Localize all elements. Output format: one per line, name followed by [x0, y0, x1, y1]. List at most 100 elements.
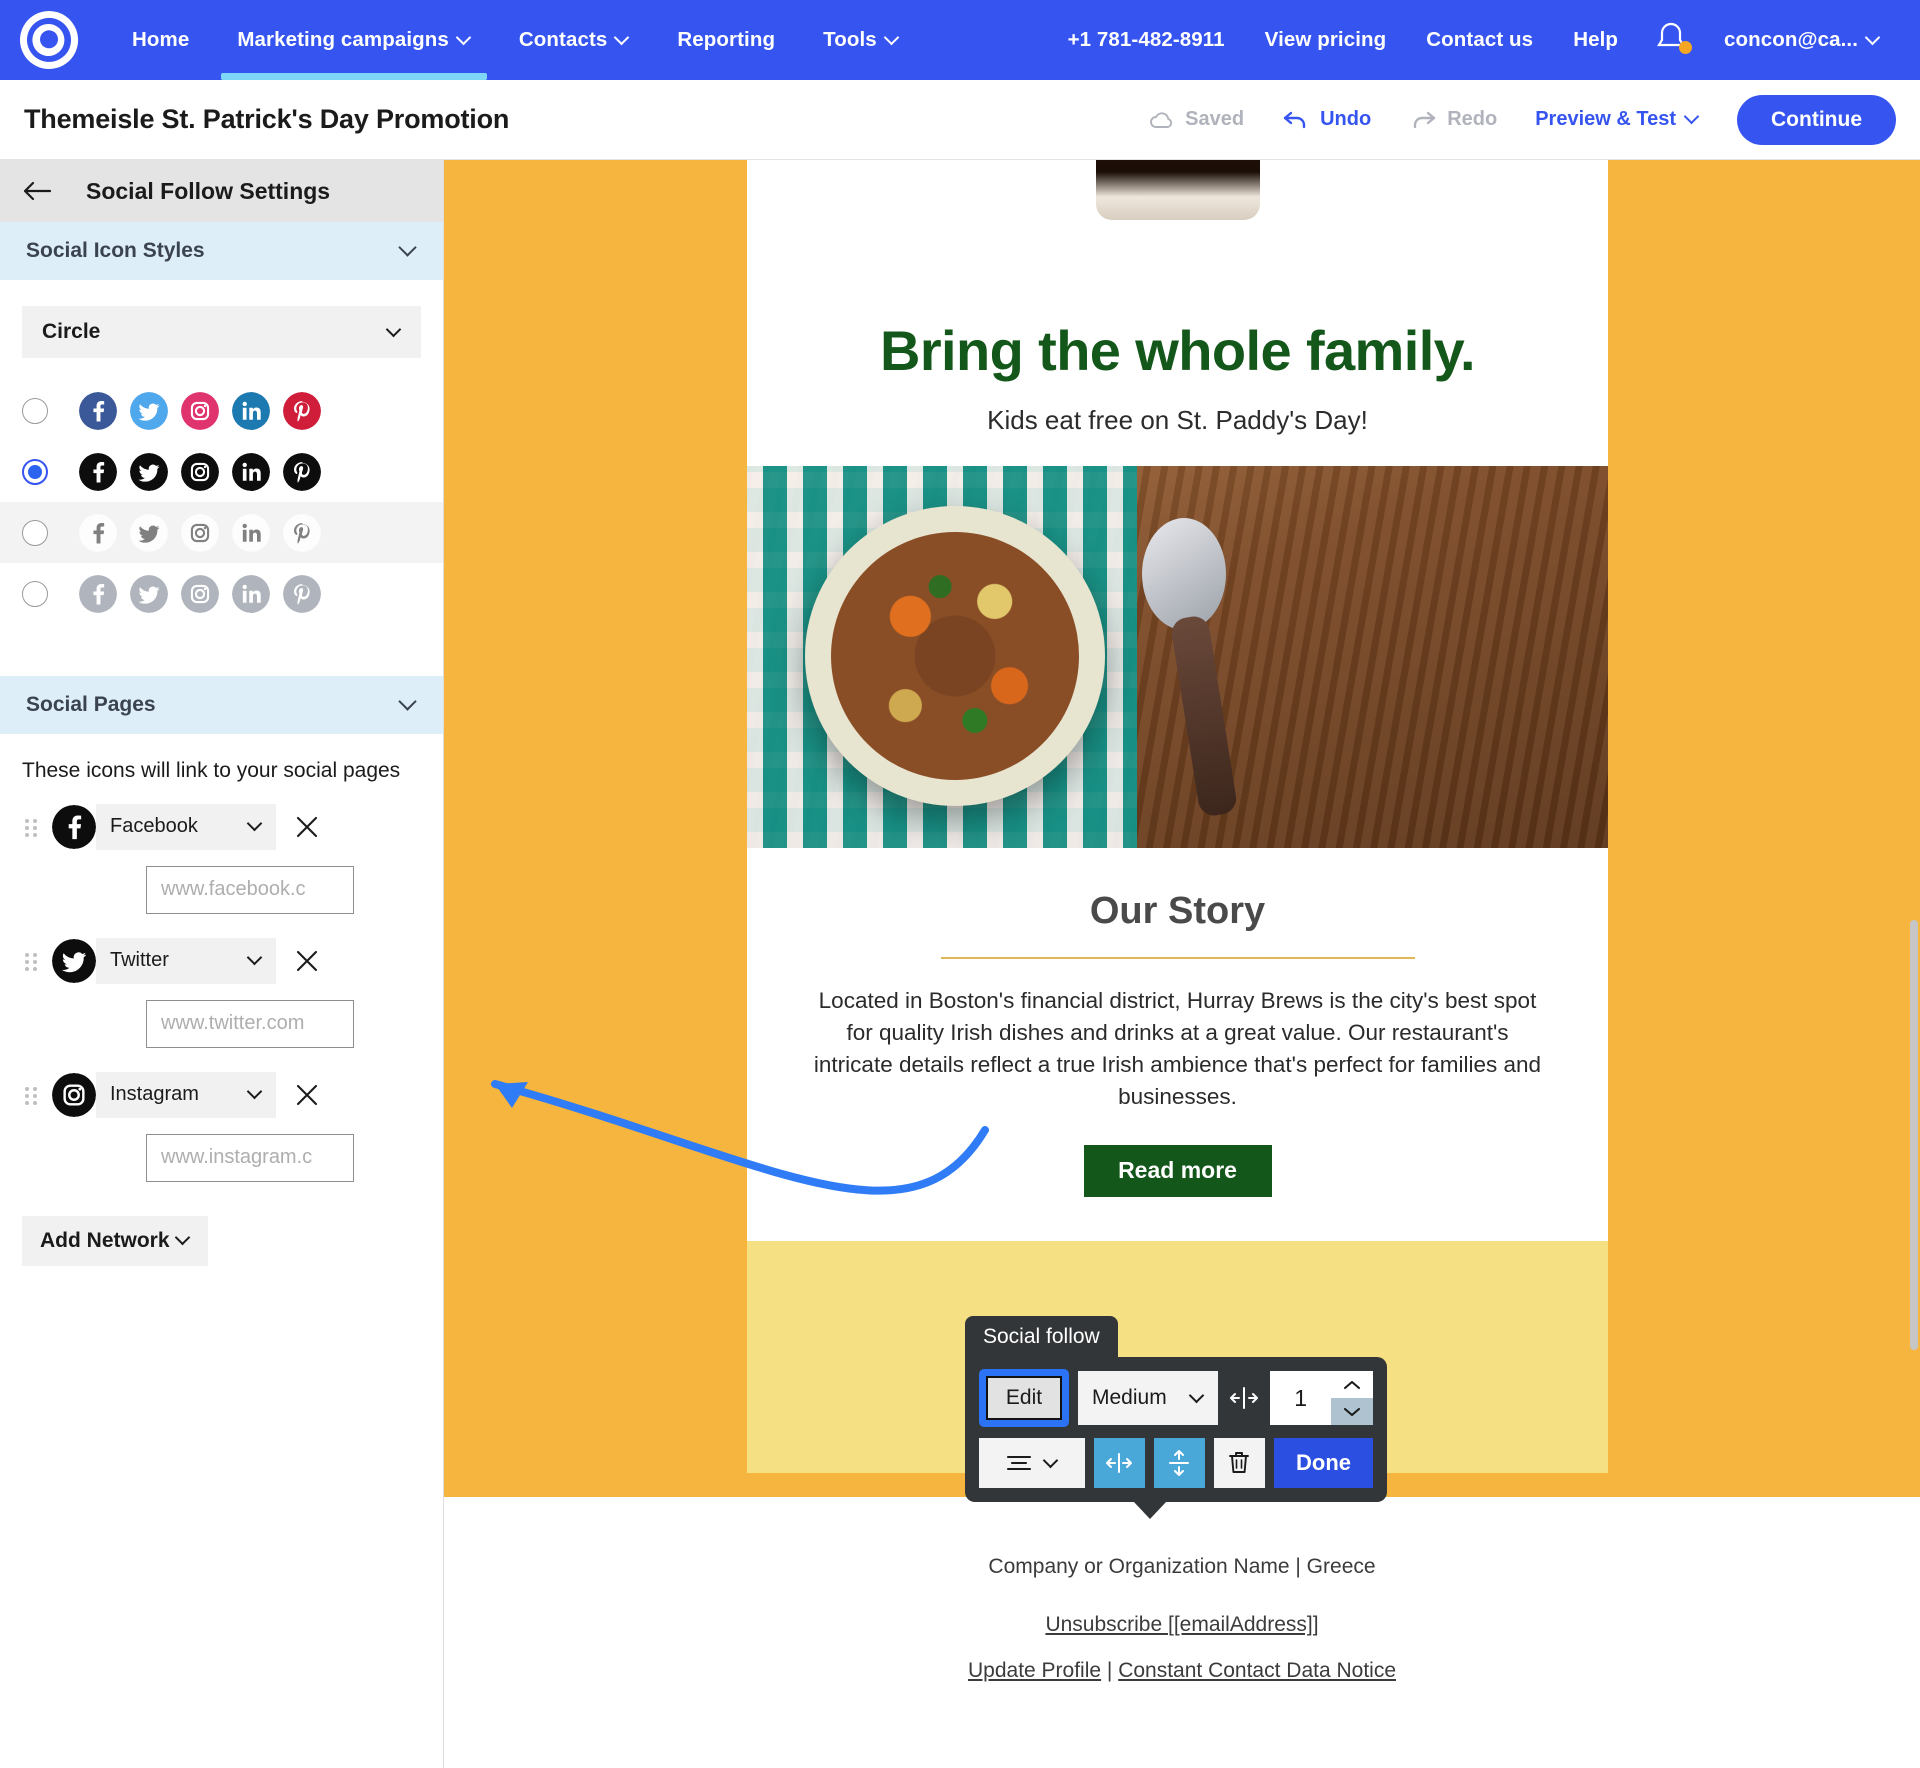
- chevron-down-icon: [1867, 32, 1880, 45]
- icon-style-option-gray[interactable]: [0, 563, 443, 624]
- preview-and-test-button[interactable]: Preview & Test: [1519, 100, 1715, 139]
- nav-item-view-pricing-label: View pricing: [1264, 28, 1387, 51]
- align-icon: [1007, 1455, 1032, 1471]
- nav-item-contacts-label: Contacts: [518, 28, 608, 51]
- chevron-down-icon: [1686, 111, 1699, 124]
- edit-button[interactable]: Edit: [986, 1376, 1062, 1420]
- radio-icon[interactable]: [22, 519, 48, 546]
- campaign-title: Themeisle St. Patrick's Day Promotion: [24, 104, 510, 134]
- delete-block-button[interactable]: [1213, 1438, 1265, 1488]
- close-icon[interactable]: [294, 948, 320, 974]
- close-icon[interactable]: [294, 814, 320, 840]
- stew-contents: [831, 532, 1079, 780]
- notifications-button[interactable]: [1638, 21, 1704, 60]
- story-body-text[interactable]: Located in Boston's financial district, …: [747, 959, 1608, 1113]
- email-address-token[interactable]: [[emailAddress]]: [1168, 1613, 1319, 1636]
- drag-handle-icon[interactable]: [22, 1083, 40, 1107]
- icon-size-select[interactable]: Medium: [1078, 1371, 1219, 1425]
- network-select-facebook[interactable]: Facebook: [96, 803, 276, 850]
- chevron-down-icon: [616, 32, 629, 45]
- nav-item-contact-us[interactable]: Contact us: [1406, 0, 1553, 80]
- continue-label: Continue: [1771, 107, 1862, 131]
- icon-spacing-value: 1: [1294, 1384, 1308, 1411]
- constant-contact-logo[interactable]: [16, 7, 82, 73]
- nav-item-view-pricing[interactable]: View pricing: [1245, 0, 1407, 80]
- drag-handle-icon[interactable]: [22, 815, 40, 839]
- alignment-select[interactable]: [979, 1438, 1085, 1488]
- nav-item-help[interactable]: Help: [1553, 0, 1638, 80]
- nav-item-contacts[interactable]: Contacts: [495, 0, 654, 80]
- story-section-title[interactable]: Our Story: [747, 848, 1608, 933]
- data-notice-link[interactable]: Constant Contact Data Notice: [1118, 1659, 1396, 1682]
- chevron-down-icon: [249, 818, 262, 831]
- primary-nav-list: Home Marketing campaigns Contacts Report…: [108, 0, 923, 80]
- nav-item-marketing-campaigns[interactable]: Marketing campaigns: [213, 0, 495, 80]
- horizontal-spacing-icon: [1230, 1387, 1259, 1409]
- email-subheadline[interactable]: Kids eat free on St. Paddy's Day!: [747, 383, 1608, 466]
- scrollbar-thumb[interactable]: [1910, 920, 1918, 1350]
- radio-icon[interactable]: [22, 458, 48, 485]
- chevron-down-icon: [249, 952, 262, 965]
- account-menu[interactable]: concon@ca...: [1704, 0, 1900, 80]
- vertical-space-button[interactable]: [1153, 1438, 1205, 1488]
- email-footer: Company or Organization Name | Greece Un…: [444, 1497, 1920, 1768]
- icon-style-option-black[interactable]: [0, 441, 443, 502]
- done-button[interactable]: Done: [1274, 1438, 1373, 1488]
- linkedin-icon: [232, 574, 270, 613]
- canvas-scrollbar[interactable]: [1908, 160, 1920, 1768]
- stout-beer-glass-image[interactable]: [747, 160, 1608, 256]
- section-social-icon-styles[interactable]: Social Icon Styles: [0, 222, 443, 280]
- section-social-pages[interactable]: Social Pages: [0, 676, 443, 734]
- horizontal-space-button[interactable]: [1093, 1438, 1145, 1488]
- continue-button[interactable]: Continue: [1737, 94, 1896, 145]
- radio-icon[interactable]: [22, 397, 48, 424]
- unsubscribe-link[interactable]: Unsubscribe: [1045, 1613, 1168, 1636]
- network-select-instagram[interactable]: Instagram: [96, 1071, 276, 1118]
- chevron-down-icon: [177, 1232, 190, 1245]
- stepper-increment-button[interactable]: [1331, 1371, 1373, 1398]
- close-icon[interactable]: [294, 1082, 320, 1108]
- twitter-icon: [130, 513, 168, 552]
- footer-links-line: Update Profile | Constant Contact Data N…: [444, 1659, 1920, 1683]
- instagram-icon: [181, 391, 219, 430]
- nav-item-tools[interactable]: Tools: [799, 0, 923, 80]
- add-network-button[interactable]: Add Network: [22, 1215, 208, 1266]
- instagram-icon: [181, 574, 219, 613]
- list-item: Twitter: [0, 914, 443, 1048]
- nav-item-tools-label: Tools: [823, 28, 877, 51]
- twitter-icon: [130, 452, 168, 491]
- redo-button[interactable]: Redo: [1393, 100, 1513, 139]
- facebook-url-input[interactable]: [146, 865, 354, 914]
- nav-item-help-label: Help: [1573, 28, 1619, 51]
- trash-icon: [1229, 1452, 1250, 1473]
- icon-spacing-stepper[interactable]: 1: [1270, 1371, 1373, 1425]
- icon-style-preview: [79, 574, 321, 613]
- support-phone-label: +1 781-482-8911: [1067, 28, 1225, 51]
- social-follow-settings-panel: Social Follow Settings Social Icon Style…: [0, 160, 444, 1768]
- nav-item-reporting[interactable]: Reporting: [653, 0, 799, 80]
- edit-button-label: Edit: [1005, 1386, 1043, 1409]
- icon-style-option-white[interactable]: [0, 502, 443, 563]
- undo-icon: [1283, 111, 1306, 128]
- irish-stew-bowl-image[interactable]: [747, 466, 1608, 848]
- twitter-url-input[interactable]: [146, 999, 354, 1048]
- email-headline[interactable]: Bring the whole family.: [747, 256, 1608, 383]
- read-more-button[interactable]: Read more: [1083, 1144, 1272, 1197]
- facebook-icon: [52, 804, 96, 849]
- preview-and-test-label: Preview & Test: [1535, 108, 1677, 130]
- instagram-url-input[interactable]: [146, 1133, 354, 1182]
- icon-style-option-color[interactable]: [0, 380, 443, 441]
- drag-handle-icon[interactable]: [22, 949, 40, 973]
- back-arrow-icon[interactable]: [22, 179, 52, 203]
- network-select-twitter[interactable]: Twitter: [96, 937, 276, 984]
- section-social-pages-label: Social Pages: [26, 693, 156, 716]
- nav-item-home[interactable]: Home: [108, 0, 213, 80]
- radio-icon[interactable]: [22, 580, 48, 607]
- icon-shape-select[interactable]: Circle: [22, 306, 421, 358]
- chevron-down-icon: [886, 32, 899, 45]
- undo-button[interactable]: Undo: [1266, 100, 1387, 139]
- support-phone-number[interactable]: +1 781-482-8911: [1048, 0, 1245, 80]
- stepper-decrement-button[interactable]: [1331, 1398, 1373, 1425]
- facebook-icon: [79, 391, 117, 430]
- update-profile-link[interactable]: Update Profile: [968, 1659, 1101, 1682]
